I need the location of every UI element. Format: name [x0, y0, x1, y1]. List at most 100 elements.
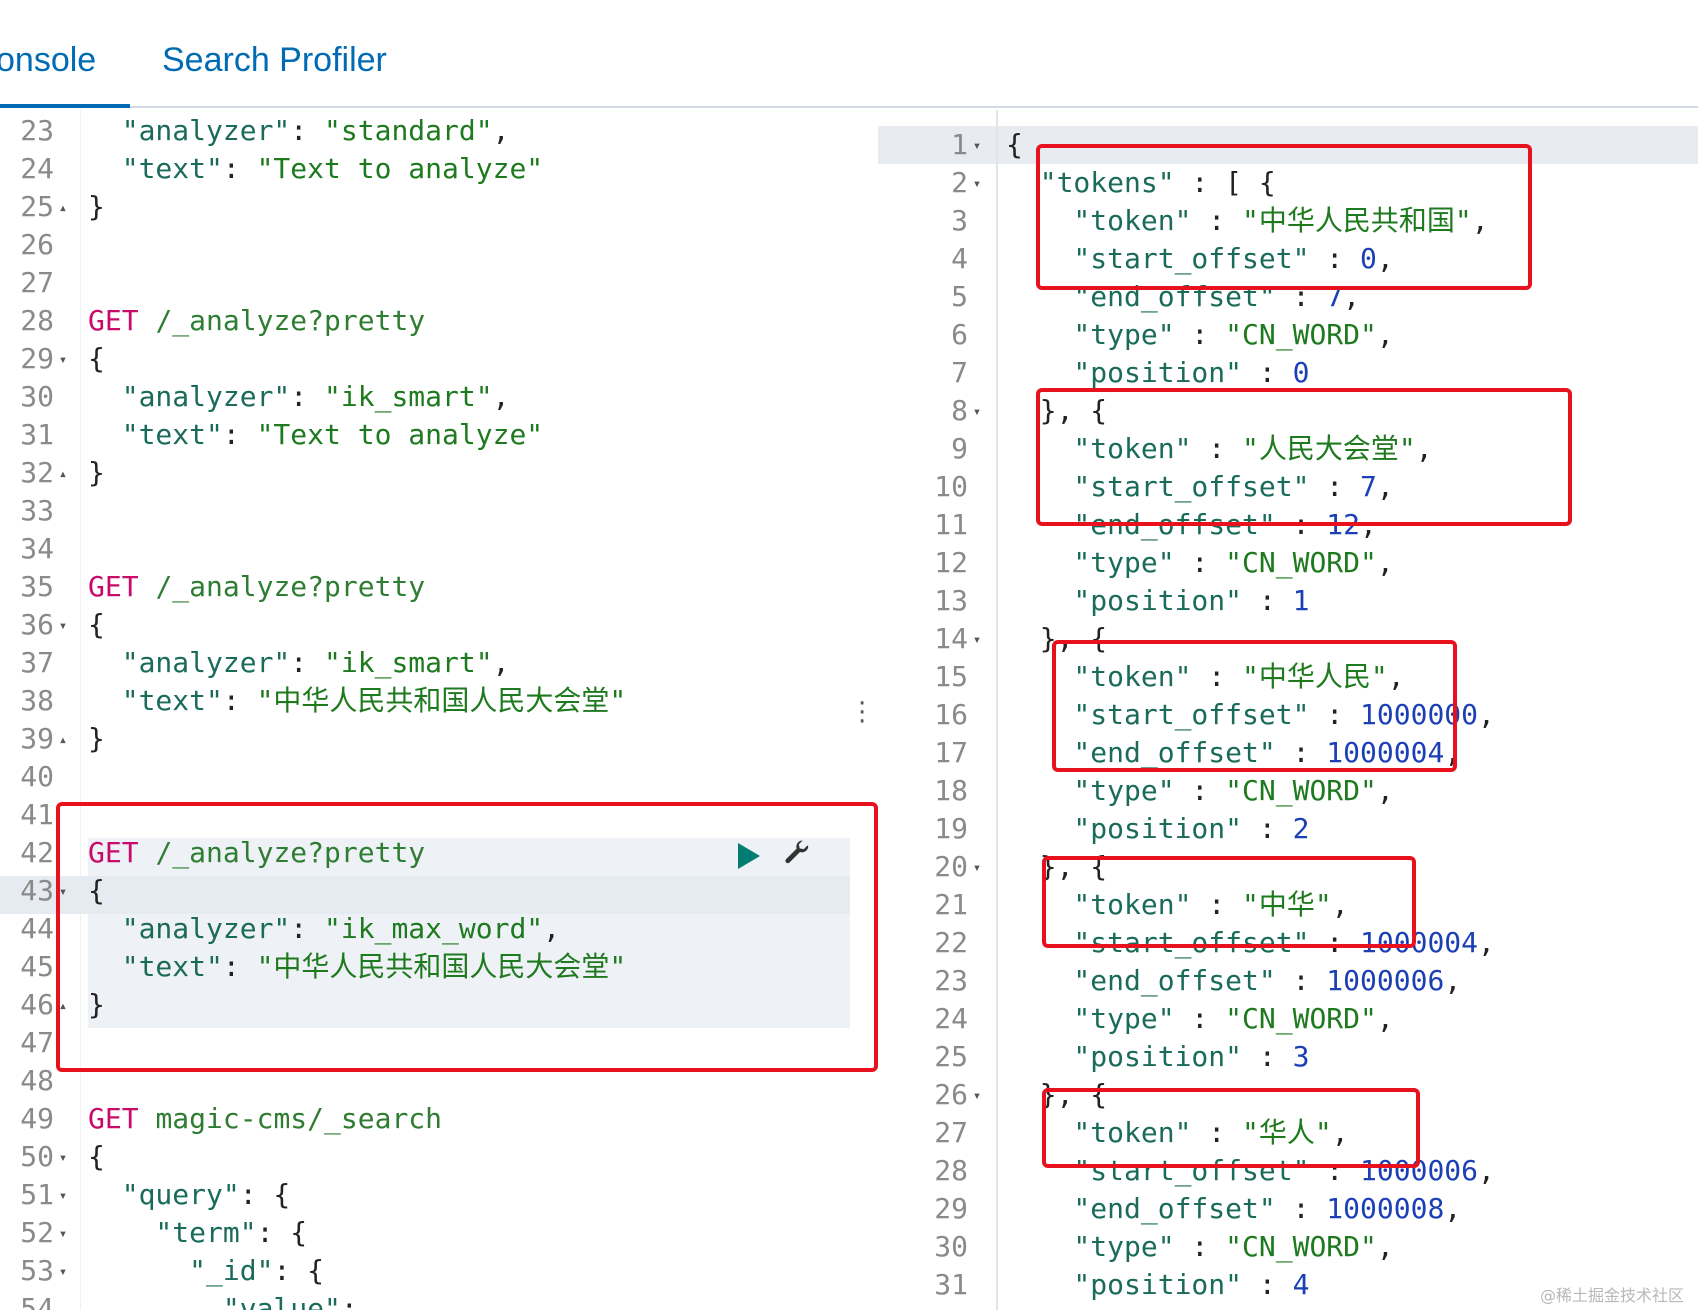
line-number: 21 — [934, 888, 968, 921]
line-number: 32 — [20, 456, 54, 489]
json-punctuation: : — [1174, 1230, 1226, 1263]
line-number: 17 — [934, 736, 968, 769]
line-number: 16 — [934, 698, 968, 731]
code-text: "position" : 1 — [1006, 582, 1309, 620]
json-punctuation: : — [1242, 1040, 1293, 1073]
line-number: 47 — [20, 1026, 54, 1059]
fold-toggle-icon[interactable]: ▾ — [54, 607, 72, 645]
json-key: "analyzer" — [88, 380, 291, 413]
line-number: 6 — [951, 318, 968, 351]
json-string: "中华人民共和国人民大会堂" — [256, 684, 627, 717]
json-key: "position" — [1006, 812, 1243, 845]
json-number: 1000008 — [1326, 1192, 1445, 1225]
line-number-gutter: 27 — [0, 264, 72, 302]
json-punctuation: , — [1444, 964, 1462, 997]
json-punctuation: : — [340, 1292, 358, 1310]
line-number: 52 — [20, 1216, 54, 1249]
line-number-gutter: 17 — [878, 734, 986, 772]
line-number: 3 — [951, 204, 968, 237]
line-number: 48 — [20, 1064, 54, 1097]
annotation-box-token-2 — [1036, 388, 1572, 526]
watermark: @稀土掘金技术社区 — [1539, 1286, 1684, 1305]
line-number: 10 — [934, 470, 968, 503]
line-number-gutter: 49 — [0, 1100, 72, 1138]
pane-resize-handle[interactable]: · · · — [858, 691, 866, 735]
code-text: "type" : "CN_WORD", — [1006, 772, 1393, 810]
http-method: GET — [88, 570, 139, 603]
line-number: 36 — [20, 608, 54, 641]
json-punctuation: , — [1376, 1230, 1394, 1263]
fold-toggle-icon[interactable]: ▾ — [968, 393, 986, 431]
line-number-gutter: 54 — [0, 1290, 72, 1310]
line-number: 54 — [20, 1292, 54, 1310]
line-number-gutter: 1 ▾ — [878, 126, 986, 164]
line-number: 42 — [20, 836, 54, 869]
json-punctuation: , — [1376, 318, 1394, 351]
json-key: "text" — [88, 152, 223, 185]
fold-toggle-icon[interactable]: ▾ — [968, 165, 986, 203]
json-punctuation: : — [290, 380, 325, 413]
json-punctuation: : — [290, 646, 325, 679]
line-number: 24 — [934, 1002, 968, 1035]
unfold-toggle-icon[interactable]: ▴ — [54, 455, 72, 493]
json-punctuation: { — [88, 608, 105, 641]
json-string: "CN_WORD" — [1225, 1002, 1377, 1035]
http-method: GET — [88, 1102, 139, 1135]
fold-toggle-icon[interactable]: ▾ — [54, 1215, 72, 1253]
line-number-gutter: 33 — [0, 492, 72, 530]
line-number-gutter: 24 — [878, 1000, 986, 1038]
line-number-gutter: 11 — [878, 506, 986, 544]
line-number: 14 — [934, 622, 968, 655]
line-number-gutter: 23 — [0, 112, 72, 150]
unfold-toggle-icon[interactable]: ▴ — [54, 721, 72, 759]
code-text: "analyzer": "ik_smart", — [88, 378, 510, 416]
fold-toggle-icon[interactable]: ▾ — [968, 849, 986, 887]
unfold-toggle-icon[interactable]: ▴ — [54, 189, 72, 227]
json-punctuation: : — [290, 114, 325, 147]
code-text: } — [88, 454, 105, 492]
json-punctuation: , — [492, 646, 510, 679]
fold-toggle-icon[interactable]: ▾ — [968, 127, 986, 165]
line-number: 29 — [934, 1192, 968, 1225]
line-number-gutter: 23 — [878, 962, 986, 1000]
line-number-gutter: 22 — [878, 924, 986, 962]
json-key: "end_offset" — [1006, 1192, 1276, 1225]
code-text: GET /_analyze?pretty — [88, 302, 425, 340]
tab-search-profiler[interactable]: Search Profiler — [162, 40, 387, 80]
line-number: 53 — [20, 1254, 54, 1287]
json-punctuation: : — [1174, 774, 1226, 807]
line-number-gutter: 51 ▾ — [0, 1176, 72, 1214]
code-text: { — [88, 340, 105, 378]
json-punctuation: { — [1006, 128, 1023, 161]
fold-toggle-icon[interactable]: ▾ — [968, 621, 986, 659]
code-text: "type" : "CN_WORD", — [1006, 316, 1394, 354]
json-punctuation: { — [88, 342, 105, 375]
line-number: 13 — [934, 584, 968, 617]
line-number: 2 — [951, 166, 968, 199]
json-key: "_id" — [88, 1254, 274, 1287]
line-number-gutter: 16 — [878, 696, 986, 734]
fold-toggle-icon[interactable]: ▾ — [54, 1253, 72, 1291]
fold-toggle-icon[interactable]: ▾ — [968, 1077, 986, 1115]
json-string: "standard" — [324, 114, 493, 147]
line-number: 22 — [934, 926, 968, 959]
json-punctuation: : — [1242, 812, 1293, 845]
json-key: "position" — [1006, 1040, 1243, 1073]
fold-toggle-icon[interactable]: ▾ — [54, 1177, 72, 1215]
code-text: GET /_analyze?pretty — [88, 568, 425, 606]
request-editor[interactable]: 23 "analyzer": "standard", 24 "text": "Te… — [0, 110, 876, 1310]
line-number-gutter: 34 — [0, 530, 72, 568]
tab-console[interactable]: onsole — [0, 40, 96, 80]
line-number-gutter: 10 — [878, 468, 986, 506]
fold-toggle-icon[interactable]: ▾ — [54, 1139, 72, 1177]
line-number-gutter: 13 — [878, 582, 986, 620]
code-text: "end_offset" : 1000008, — [1006, 1190, 1461, 1228]
fold-toggle-icon[interactable]: ▾ — [54, 341, 72, 379]
code-text: { — [88, 606, 105, 644]
code-text: "term": { — [88, 1214, 307, 1252]
json-punctuation: , — [492, 380, 510, 413]
line-number: 20 — [934, 850, 968, 883]
json-key: "text" — [88, 418, 223, 451]
line-number-gutter: 25 ▴ — [0, 188, 72, 226]
line-number: 5 — [951, 280, 968, 313]
